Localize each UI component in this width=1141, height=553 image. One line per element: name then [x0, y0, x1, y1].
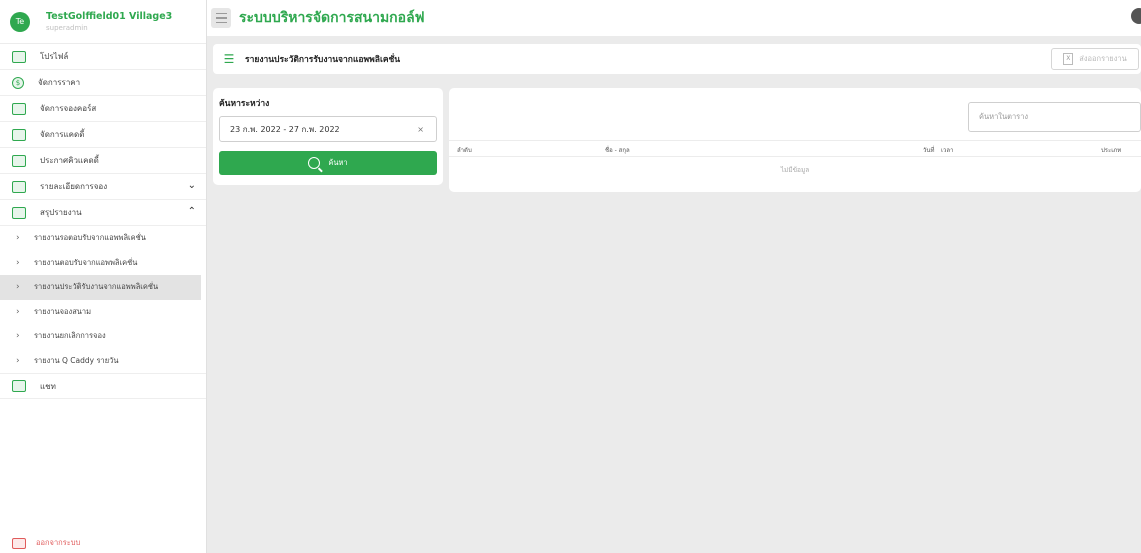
sidebar-item-label: จัดการแคดดี้ [40, 130, 85, 139]
sidebar-subitem-history[interactable]: › รายงานประวัติรับงานจากแอพพลิเคชั่น [0, 275, 201, 300]
page-title: รายงานประวัติการรับงานจากแอพพลิเคชั่น [245, 55, 401, 65]
sidebar-subitem-accepted[interactable]: › รายงานตอบรับจากแอพพลิเคชั่น [0, 251, 206, 276]
sidebar-item-label: แชท [40, 381, 56, 391]
sidebar-subitem-pending[interactable]: › รายงานรอตอบรับจากแอพพลิเคชั่น [0, 226, 206, 251]
brand-header: Te TestGolffield01 Village3 superadmin [0, 0, 206, 44]
search-button[interactable]: ค้นหา [219, 151, 437, 175]
search-label: ค้นหาระหว่าง [219, 99, 270, 109]
sidebar-item-announce[interactable]: ประกาศคิวแคดดี้ [0, 148, 206, 174]
date-range-field[interactable]: 23 ก.พ. 2022 - 27 ก.พ. 2022 × [219, 116, 437, 142]
sidebar-subitem-label: รายงานรอตอบรับจากแอพพลิเคชั่น [34, 233, 146, 243]
export-label: ส่งออกรายงาน [1079, 54, 1127, 63]
sidebar-item-label: สรุปรายงาน [40, 208, 82, 217]
sidebar-item-chat[interactable]: แชท [0, 373, 206, 399]
logout-label: ออกจากระบบ [36, 538, 81, 547]
report-icon [12, 206, 26, 219]
caddy-icon [12, 128, 26, 141]
column-header-type[interactable]: ประเภท [1101, 145, 1121, 155]
brand-name: TestGolffield01 Village3 [46, 11, 173, 22]
sidebar-item-price[interactable]: $ จัดการราคา [0, 70, 206, 96]
table-header: ลำดับ ชื่อ - สกุล วันที่ เวลา ประเภท [449, 140, 1141, 157]
brand-role: superadmin [46, 24, 88, 32]
sidebar-subitem-label: รายงานจองสนาม [34, 306, 92, 316]
column-header-time[interactable]: เวลา [941, 145, 953, 155]
search-icon [308, 157, 321, 169]
excel-icon: X [1063, 53, 1074, 65]
sidebar-item-label: โปรไฟล์ [40, 52, 69, 61]
search-panel: ค้นหาระหว่าง 23 ก.พ. 2022 - 27 ก.พ. 2022… [213, 88, 443, 185]
hamburger-icon[interactable] [211, 8, 231, 28]
chevron-right-icon: › [16, 306, 20, 317]
page-header: ☰ รายงานประวัติการรับงานจากแอพพลิเคชั่น … [213, 44, 1141, 74]
chat-icon [12, 380, 26, 392]
sidebar-subitem-label: รายงานประวัติรับงานจากแอพพลิเคชั่น [34, 282, 159, 292]
sidebar-item-label: ประกาศคิวแคดดี้ [40, 156, 99, 165]
search-button-label: ค้นหา [328, 158, 348, 167]
chevron-right-icon: › [16, 331, 20, 342]
table-search-placeholder: ค้นหาในตาราง [979, 112, 1029, 121]
date-range-value: 23 ก.พ. 2022 - 27 ก.พ. 2022 [230, 124, 340, 134]
export-report-button[interactable]: X ส่งออกรายงาน [1051, 48, 1139, 70]
sidebar-item-report[interactable]: สรุปรายงาน ⌃ [0, 200, 206, 226]
table-panel: ค้นหาในตาราง ลำดับ ชื่อ - สกุล วันที่ เว… [449, 88, 1141, 192]
sidebar-item-caddy[interactable]: จัดการแคดดี้ [0, 122, 206, 148]
avatar[interactable]: Te [10, 11, 30, 32]
top-bar: ระบบบริหารจัดการสนามกอล์ฟ [207, 0, 1141, 36]
sidebar-subitem-label: รายงานยกเลิกการจอง [34, 331, 106, 341]
chevron-right-icon: › [16, 282, 20, 293]
price-icon: $ [12, 76, 24, 89]
sidebar-item-course[interactable]: จัดการจองคอร์ส [0, 96, 206, 122]
column-header-index[interactable]: ลำดับ [457, 145, 472, 155]
sidebar-item-label: รายละเอียดการจอง [40, 182, 108, 191]
column-header-date[interactable]: วันที่ [923, 145, 934, 155]
sidebar: Te TestGolffield01 Village3 superadmin โ… [0, 0, 207, 553]
chevron-up-icon[interactable]: ⌃ [188, 206, 196, 217]
sidebar-item-profile[interactable]: โปรไฟล์ [0, 44, 206, 70]
sidebar-item-label: จัดการจองคอร์ส [40, 104, 97, 113]
sidebar-subitem-q-caddy[interactable]: › รายงาน Q Caddy รายวัน [0, 349, 206, 374]
sidebar-subitem-cancel[interactable]: › รายงานยกเลิกการจอง [0, 324, 206, 349]
chevron-right-icon: › [16, 233, 20, 244]
sidebar-subitem-label: รายงานตอบรับจากแอพพลิเคชั่น [34, 257, 138, 267]
chevron-right-icon: › [16, 355, 20, 366]
logout-icon [12, 537, 26, 549]
moon-icon[interactable] [1131, 8, 1141, 24]
clear-icon[interactable]: × [417, 125, 424, 134]
sidebar-subitem-label: รายงาน Q Caddy รายวัน [34, 355, 119, 365]
sidebar-item-booking-detail[interactable]: รายละเอียดการจอง ⌄ [0, 174, 206, 200]
sidebar-subitem-field-booking[interactable]: › รายงานจองสนาม [0, 300, 206, 325]
app-title: ระบบบริหารจัดการสนามกอล์ฟ [239, 10, 425, 26]
layers-icon: ☰ [223, 52, 235, 66]
empty-state: ไม่มีข้อมูล [780, 166, 810, 174]
profile-icon [12, 50, 26, 63]
course-icon [12, 102, 26, 115]
column-header-name[interactable]: ชื่อ - สกุล [605, 145, 630, 155]
chevron-down-icon[interactable]: ⌄ [188, 180, 196, 191]
announce-icon [12, 154, 26, 167]
logout-button[interactable]: ออกจากระบบ [12, 537, 80, 549]
chevron-right-icon: › [16, 257, 20, 268]
booking-detail-icon [12, 180, 26, 193]
sidebar-item-label: จัดการราคา [38, 78, 81, 87]
table-search-input[interactable]: ค้นหาในตาราง [968, 102, 1141, 132]
